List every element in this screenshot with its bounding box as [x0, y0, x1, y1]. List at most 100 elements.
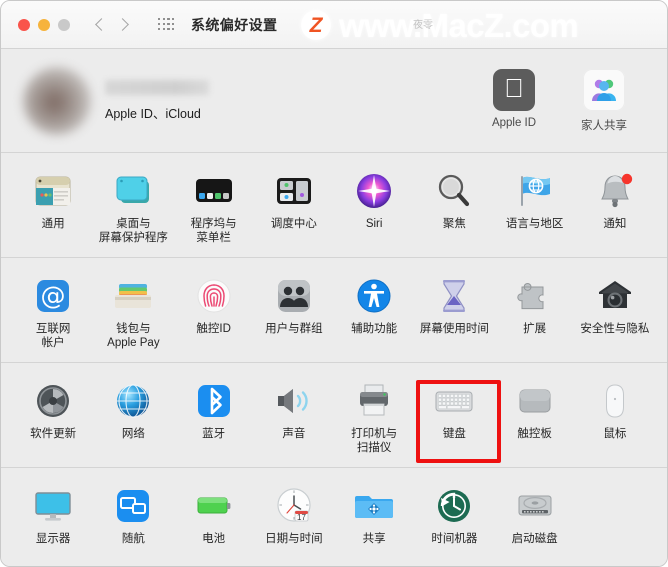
pref-item-displays[interactable]: 显示器 — [13, 479, 93, 553]
page-title: 系统偏好设置 — [191, 16, 278, 33]
pref-item-sidecar[interactable]: 随航 — [93, 479, 173, 553]
show-all-icon[interactable] — [158, 17, 175, 32]
apple-id-actions:  Apple ID 家人共享 — [483, 68, 653, 133]
pref-item-family-sharing[interactable]: 家人共享 — [573, 68, 635, 133]
pref-label: 互联网 帐户 — [35, 323, 71, 349]
apple-id-text: Apple ID、iCloud — [105, 79, 209, 122]
pref-label: 共享 — [362, 533, 386, 546]
avatar — [23, 66, 91, 135]
bluetooth-icon — [191, 378, 237, 424]
watermark-logo-icon: Z — [301, 10, 331, 40]
pref-label: 触控板 — [517, 428, 552, 441]
pref-item-keyboard[interactable]: 键盘 — [414, 374, 494, 461]
calendar-day: 17 — [297, 513, 306, 522]
watermark-text: www.MacZ.com — [339, 6, 579, 44]
pref-item-trackpad[interactable]: 触控板 — [495, 374, 575, 461]
family-sharing-label: 家人共享 — [581, 119, 627, 132]
back-icon[interactable] — [94, 18, 107, 31]
apple-id-subtitle: Apple ID、iCloud — [105, 106, 201, 121]
trackpad-icon — [512, 378, 558, 424]
pref-item-sound[interactable]: 声音 — [254, 374, 334, 461]
sharing-icon — [351, 483, 397, 529]
pref-label: 蓝牙 — [202, 428, 226, 441]
pref-item-security-privacy[interactable]: 安全性与隐私 — [575, 269, 655, 356]
pref-item-date-time[interactable]: 17 日期与时间 — [254, 479, 334, 553]
pref-label: 语言与地区 — [505, 218, 564, 230]
pref-item-siri[interactable]: Siri — [334, 164, 414, 251]
pref-item-extensions[interactable]: 扩展 — [495, 269, 575, 356]
pref-label: 启动磁盘 — [511, 533, 558, 546]
pref-label: 扩展 — [523, 323, 547, 336]
keyboard-icon — [431, 378, 477, 424]
pref-label: 通用 — [41, 218, 65, 230]
forward-icon[interactable] — [118, 18, 131, 31]
sound-icon — [271, 378, 317, 424]
security-privacy-icon — [592, 273, 638, 319]
pref-item-touch-id[interactable]: 触控ID — [174, 269, 254, 356]
apple-id-row[interactable]: Apple ID、iCloud  Apple ID — [1, 49, 667, 152]
pref-label: 屏幕使用时间 — [419, 323, 489, 336]
minimize-button[interactable] — [38, 18, 50, 31]
pref-item-mission-control[interactable]: 调度中心 — [254, 164, 334, 251]
pref-item-startup-disk[interactable]: 启动磁盘 — [495, 479, 575, 553]
close-button[interactable] — [18, 18, 30, 31]
pref-item-apple-id[interactable]:  Apple ID — [483, 68, 545, 133]
pref-label: 打印机与 扫描仪 — [351, 428, 398, 454]
pref-label: 钱包与 Apple Pay — [107, 323, 160, 349]
traffic-light-group — [18, 18, 70, 31]
family-sharing-icon — [583, 68, 625, 111]
pref-label: 聚焦 — [442, 218, 466, 230]
pref-item-wallet-applepay[interactable]: 钱包与 Apple Pay — [93, 269, 173, 356]
pref-item-spotlight[interactable]: 聚焦 — [414, 164, 494, 251]
wallet-applepay-icon — [110, 273, 156, 319]
language-region-icon — [512, 168, 558, 214]
pref-item-notifications[interactable]: 通知 — [575, 164, 655, 251]
pref-label: 用户与群组 — [265, 323, 323, 336]
pref-item-desktop-screensaver[interactable]: 桌面与 屏幕保护程序 — [93, 164, 173, 251]
navigation-buttons — [94, 18, 131, 31]
apple-logo-icon:  — [493, 68, 535, 111]
pref-label: 软件更新 — [30, 428, 77, 441]
pref-label: 声音 — [282, 428, 306, 441]
pref-label: 通知 — [603, 218, 627, 230]
pref-item-time-machine[interactable]: 时间机器 — [414, 479, 494, 553]
time-machine-icon — [431, 483, 477, 529]
section-row-3: 软件更新 网络 蓝牙 声音 打印机与 扫描仪 键盘 触控板 鼠标 — [1, 363, 667, 467]
pref-label: 触控ID — [196, 323, 231, 336]
network-icon — [110, 378, 156, 424]
pref-item-language-region[interactable]: 语言与地区 — [495, 164, 575, 251]
touch-id-icon — [191, 273, 237, 319]
pref-item-printers-scanners[interactable]: 打印机与 扫描仪 — [334, 374, 414, 461]
pref-item-mouse[interactable]: 鼠标 — [575, 374, 655, 461]
pref-item-dock-menubar[interactable]: 程序坞与 菜单栏 — [174, 164, 254, 251]
pref-item-internet-accounts[interactable]: @ 互联网 帐户 — [13, 269, 93, 356]
pref-item-general[interactable]: 通用 — [13, 164, 93, 251]
pref-item-bluetooth[interactable]: 蓝牙 — [174, 374, 254, 461]
accessibility-icon — [351, 273, 397, 319]
pref-label: 随航 — [121, 533, 145, 546]
mouse-icon — [592, 378, 638, 424]
pref-item-sharing[interactable]: 共享 — [334, 479, 414, 553]
users-groups-icon — [271, 273, 317, 319]
pref-item-network[interactable]: 网络 — [93, 374, 173, 461]
preferences-content: Apple ID、iCloud  Apple ID — [1, 49, 667, 566]
pref-label: 网络 — [121, 428, 145, 441]
account-name-redacted — [105, 79, 209, 95]
pref-item-software-update[interactable]: 软件更新 — [13, 374, 93, 461]
battery-icon — [191, 483, 237, 529]
section-row-2: @ 互联网 帐户 钱包与 Apple Pay 触控ID 用户与群组 辅助功能 屏… — [1, 258, 667, 362]
pref-item-users-groups[interactable]: 用户与群组 — [254, 269, 334, 356]
pref-item-accessibility[interactable]: 辅助功能 — [334, 269, 414, 356]
general-icon — [30, 168, 76, 214]
pref-label: 时间机器 — [431, 533, 478, 546]
pref-label: 辅助功能 — [351, 323, 398, 336]
spotlight-icon — [431, 168, 477, 214]
desktop-screensaver-icon — [110, 168, 156, 214]
pref-item-screen-time[interactable]: 屏幕使用时间 — [414, 269, 494, 356]
zoom-button[interactable] — [58, 18, 70, 31]
sidecar-icon — [110, 483, 156, 529]
pref-item-battery[interactable]: 电池 — [174, 479, 254, 553]
pref-item-empty — [575, 479, 655, 553]
date-time-icon: 17 — [271, 483, 317, 529]
watermark: Z www.MacZ.com 夜零 — [301, 1, 579, 49]
